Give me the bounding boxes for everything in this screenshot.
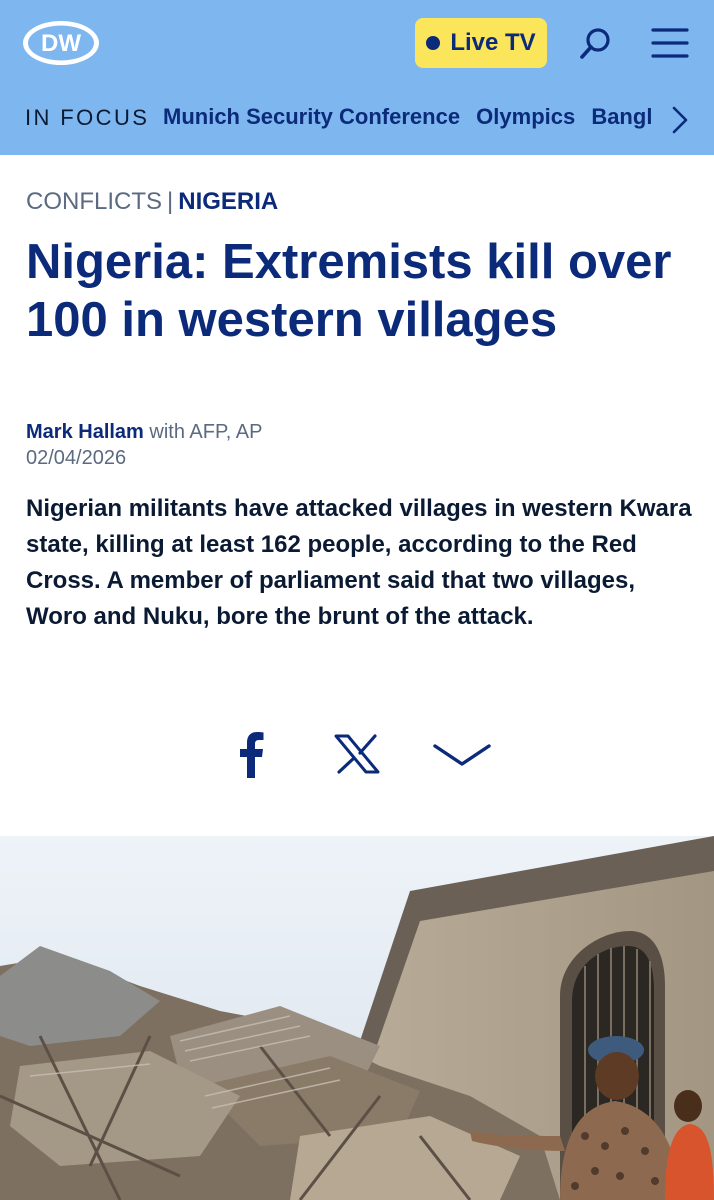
in-focus-bar: IN FOCUS Munich Security Conference Olym… xyxy=(0,100,714,140)
dw-logo[interactable]: DW xyxy=(22,20,100,66)
category-link[interactable]: CONFLICTS xyxy=(26,188,162,215)
x-icon[interactable] xyxy=(334,734,380,774)
publish-date: 02/04/2026 xyxy=(26,447,127,469)
breadcrumb: CONFLICTS | NIGERIA xyxy=(26,188,278,216)
focus-link-munich[interactable]: Munich Security Conference xyxy=(163,104,460,130)
focus-link-bangla[interactable]: Bangla xyxy=(591,104,651,130)
byline: Mark Hallam with AFP, AP xyxy=(26,421,262,444)
live-tv-button[interactable]: Live TV xyxy=(415,18,547,68)
author-link[interactable]: Mark Hallam xyxy=(26,421,144,443)
hamburger-menu-icon[interactable] xyxy=(650,25,690,61)
in-focus-links: Munich Security Conference Olympics Bang… xyxy=(163,104,651,130)
focus-link-olympics[interactable]: Olympics xyxy=(476,104,575,130)
site-header: DW Live TV IN FOCUS Munich Security Conf… xyxy=(0,0,714,155)
share-bar xyxy=(0,726,714,786)
live-tv-label: Live TV xyxy=(450,29,536,56)
article-teaser: Nigerian militants have attacked village… xyxy=(26,495,692,630)
logo-text: DW xyxy=(41,30,81,57)
live-dot-icon xyxy=(426,36,441,50)
chevron-right-icon[interactable] xyxy=(668,104,692,136)
facebook-icon[interactable] xyxy=(236,730,266,778)
breadcrumb-separator: | xyxy=(167,188,174,215)
article-headline: Nigeria: Extremists kill over 100 in wes… xyxy=(26,235,672,347)
article-photo xyxy=(0,836,714,1200)
in-focus-label: IN FOCUS xyxy=(25,105,150,130)
search-icon[interactable] xyxy=(576,25,614,63)
country-link[interactable]: NIGERIA xyxy=(178,188,278,215)
chevron-down-icon[interactable] xyxy=(432,740,492,770)
byline-agencies: with AFP, AP xyxy=(143,421,263,443)
